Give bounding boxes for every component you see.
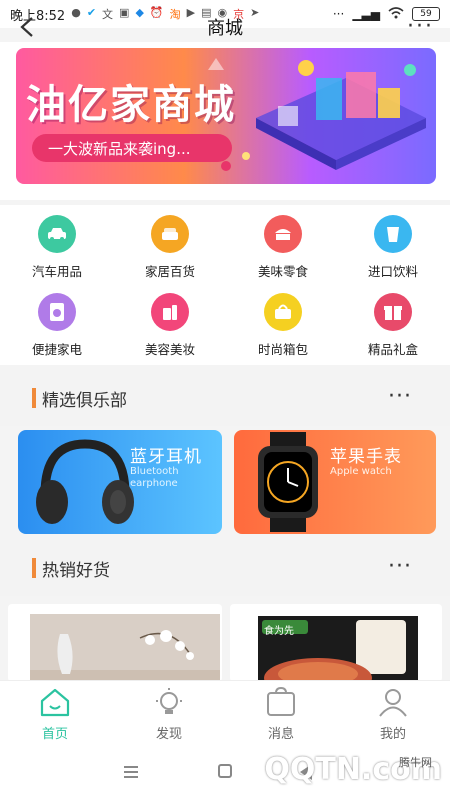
bulb-icon [156, 688, 182, 714]
message-icon [267, 686, 295, 716]
card-title: 蓝牙耳机 [130, 447, 202, 467]
watch-image [258, 432, 318, 532]
category-label: 便捷家电 [31, 342, 82, 357]
card-subtitle: Apple watch [330, 466, 392, 477]
category-gift-boxes[interactable]: 精品礼盒 [348, 293, 438, 363]
category-label: 美味零食 [257, 264, 308, 279]
appliance-icon [38, 293, 76, 331]
product-brand: 食为先 [264, 626, 294, 637]
bottom-tab-bar: 首页 发现 消息 我的 [0, 680, 450, 746]
category-snacks[interactable]: 美味零食 [238, 215, 328, 285]
club-card-bluetooth[interactable]: 蓝牙耳机 Bluetooth earphone [18, 430, 222, 534]
section-header-club: 精选俱乐部 ··· [0, 370, 450, 426]
watermark-caption: 腾牛网 [399, 756, 432, 769]
drink-icon [374, 215, 412, 253]
user-icon [379, 689, 407, 717]
tab-messages[interactable]: 消息 [246, 686, 316, 747]
banner-section: 油亿家商城 一大波新品来袭ing... [0, 42, 450, 200]
section-title: 精选俱乐部 [42, 391, 127, 411]
category-bags[interactable]: 时尚箱包 [238, 293, 328, 363]
tab-discover[interactable]: 发现 [134, 687, 204, 747]
section-title: 热销好货 [42, 561, 110, 581]
app-screen: 晚上8:52 ● ✔ 文 ▣ ◆ ⏰ 淘 ▶ ▤ ◉ 京 ➤ ··· ▁▃▅ 5… [0, 0, 450, 800]
section-header-hot: 热销好货 ··· [0, 540, 450, 596]
more-icon: ··· [407, 14, 434, 39]
section-more-button[interactable]: ··· [388, 554, 412, 579]
product-card-snack[interactable]: 食为先 [230, 604, 442, 682]
gift-icon [374, 293, 412, 331]
headphone-image [36, 439, 134, 524]
page-title: 商城 [207, 18, 243, 39]
category-label: 汽车用品 [31, 264, 82, 279]
category-label: 时尚箱包 [257, 342, 308, 357]
category-label: 美容美妆 [144, 342, 195, 357]
promo-banner[interactable]: 油亿家商城 一大波新品来袭ing... [16, 48, 436, 184]
card-title: 苹果手表 [330, 447, 402, 467]
section-accent-bar [32, 388, 36, 408]
back-button[interactable] [12, 12, 42, 42]
category-imported-drinks[interactable]: 进口饮料 [348, 215, 438, 285]
category-car-accessories[interactable]: 汽车用品 [12, 215, 102, 285]
banner-tagline: 一大波新品来袭ing... [32, 134, 232, 162]
tab-label: 我的 [379, 727, 406, 742]
header: 商城 ··· [0, 10, 450, 44]
product-card-decor[interactable] [8, 604, 222, 682]
category-grid: 汽车用品 家居百货 美味零食 进口饮料 便捷家电 美容美妆 时尚箱包 精品礼盒 [0, 205, 450, 365]
tab-label: 消息 [267, 727, 294, 742]
tab-profile[interactable]: 我的 [358, 687, 428, 747]
category-label: 进口饮料 [367, 264, 418, 279]
cosmetic-icon [151, 293, 189, 331]
home-square-icon[interactable] [218, 764, 232, 778]
chevron-left-icon [20, 17, 33, 37]
category-home-goods[interactable]: 家居百货 [125, 215, 215, 285]
more-menu-button[interactable]: ··· [407, 14, 434, 39]
home-icon [40, 688, 70, 717]
menu-icon[interactable] [124, 766, 138, 778]
section-accent-bar [32, 558, 36, 578]
tab-label: 发现 [155, 727, 182, 742]
category-cosmetics[interactable]: 美容美妆 [125, 293, 215, 363]
category-label: 家居百货 [144, 264, 195, 279]
card-subtitle: Bluetooth earphone [130, 466, 179, 489]
snack-icon [264, 215, 302, 253]
banner-title: 油亿家商城 [26, 82, 236, 128]
handbag-icon [264, 293, 302, 331]
home-icon [151, 215, 189, 253]
tab-label: 首页 [41, 727, 68, 742]
product-image-vase [30, 614, 220, 682]
section-more-button[interactable]: ··· [388, 384, 412, 409]
car-icon [38, 215, 76, 253]
club-card-watch[interactable]: 苹果手表 Apple watch [234, 430, 436, 534]
category-label: 精品礼盒 [367, 342, 418, 357]
tab-home[interactable]: 首页 [20, 687, 90, 747]
category-appliances[interactable]: 便捷家电 [12, 293, 102, 363]
